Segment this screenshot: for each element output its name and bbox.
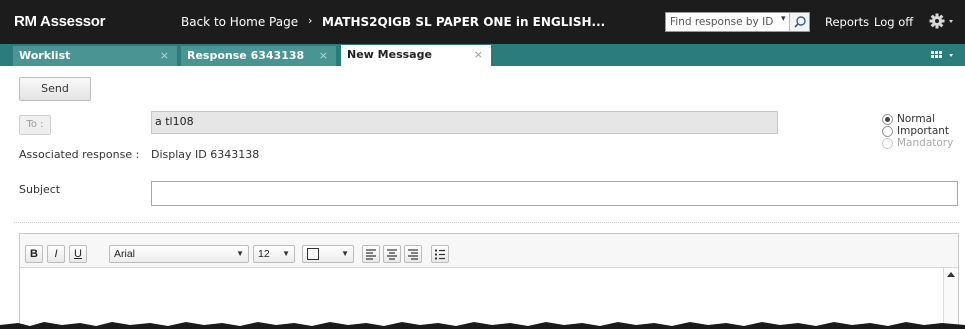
priority-normal-label: Normal: [897, 113, 935, 125]
to-recipient-field[interactable]: a tl108: [151, 111, 778, 134]
font-family-value: Arial: [114, 248, 136, 260]
bullet-list-icon: [435, 249, 445, 260]
chevron-down-icon: ▼: [236, 249, 244, 258]
tab-worklist[interactable]: Worklist ×: [13, 46, 177, 66]
close-icon[interactable]: ×: [474, 48, 483, 61]
close-icon[interactable]: ×: [160, 49, 169, 62]
align-left-button[interactable]: [362, 245, 380, 263]
priority-important-label: Important: [897, 125, 950, 137]
tab-label: Worklist: [19, 49, 71, 62]
tab-response[interactable]: Response 6343138 ×: [181, 46, 336, 66]
tab-new-message[interactable]: New Message ×: [341, 45, 491, 66]
radio-mandatory: [882, 138, 893, 149]
app-header: RM Assessor Back to Home Page › MATHS2QI…: [0, 0, 965, 44]
font-size-select[interactable]: 12 ▼: [253, 245, 295, 263]
back-to-home-link[interactable]: Back to Home Page: [181, 15, 298, 29]
associated-response-label: Associated response :: [19, 148, 140, 161]
font-family-select[interactable]: Arial ▼: [109, 245, 249, 263]
subject-input[interactable]: [151, 181, 958, 206]
send-button[interactable]: Send: [19, 77, 91, 101]
priority-mandatory-label: Mandatory: [897, 137, 954, 149]
border-box-select[interactable]: ▼: [302, 245, 354, 263]
align-left-icon: [366, 249, 376, 260]
tab-label: Response 6343138: [187, 49, 305, 62]
find-response-placeholder: Find response by ID: [670, 16, 774, 28]
editor-toolbar: B I U Arial ▼ 12 ▼ ▼: [20, 234, 958, 268]
subject-label: Subject: [19, 183, 61, 196]
message-editor: B I U Arial ▼ 12 ▼ ▼: [19, 233, 959, 329]
paper-title[interactable]: MATHS2QIGB SL PAPER ONE in ENGLISH...: [322, 15, 605, 29]
chevron-down-icon[interactable]: ▾: [781, 14, 786, 24]
align-right-button[interactable]: [404, 245, 422, 263]
align-center-button[interactable]: [383, 245, 401, 263]
font-size-value: 12: [258, 248, 270, 260]
bullet-list-button[interactable]: [431, 245, 449, 263]
message-body-textarea[interactable]: [20, 268, 943, 328]
chevron-down-icon: ▼: [282, 249, 290, 258]
radio-normal[interactable]: [882, 114, 893, 125]
tab-bar: Worklist × Response 6343138 × New Messag…: [0, 44, 965, 66]
magnifier-icon[interactable]: [789, 13, 809, 31]
reports-link[interactable]: Reports: [825, 15, 869, 29]
breadcrumb-separator: ›: [308, 14, 313, 27]
torn-edge-decoration: [0, 322, 965, 329]
app-logo: RM Assessor: [14, 13, 106, 30]
find-response-input[interactable]: Find response by ID ▾: [665, 12, 810, 32]
form-divider: [14, 222, 959, 223]
align-center-icon: [387, 249, 397, 260]
scroll-up-arrow-icon[interactable]: [947, 272, 955, 277]
tab-label: New Message: [347, 48, 432, 61]
grid-icon[interactable]: [928, 48, 960, 62]
log-off-link[interactable]: Log off: [874, 15, 913, 29]
close-icon[interactable]: ×: [319, 49, 328, 62]
border-box-icon: [307, 248, 319, 260]
bold-button[interactable]: B: [25, 245, 43, 263]
italic-button[interactable]: I: [47, 245, 65, 263]
underline-button[interactable]: U: [69, 245, 87, 263]
associated-response-value: Display ID 6343138: [151, 148, 260, 161]
to-button[interactable]: To :: [19, 115, 51, 135]
radio-important[interactable]: [882, 126, 893, 137]
chevron-down-icon: ▼: [341, 249, 349, 258]
align-right-icon: [408, 249, 418, 260]
gear-icon[interactable]: [928, 10, 958, 32]
editor-scrollbar[interactable]: [943, 268, 958, 328]
